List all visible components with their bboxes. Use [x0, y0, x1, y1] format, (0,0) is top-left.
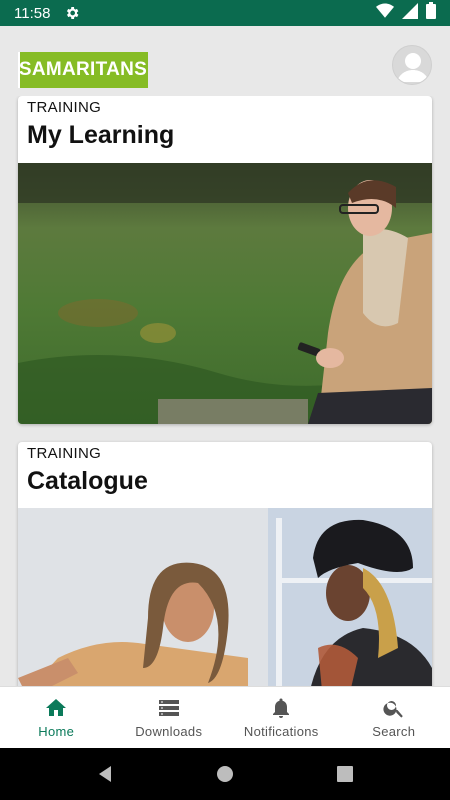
recents-icon[interactable]	[335, 764, 355, 784]
card-catalogue[interactable]: TRAINING Catalogue	[18, 442, 432, 686]
nav-label: Search	[372, 724, 416, 739]
man-with-scarf-using-phone-photo	[18, 163, 432, 424]
gear-icon	[64, 5, 80, 21]
card-title: My Learning	[27, 121, 175, 149]
card-list[interactable]: TRAINING My Learning TRAINING Catalogue	[0, 96, 450, 686]
downloads-icon	[158, 700, 179, 716]
card-overline: TRAINING	[27, 99, 102, 116]
app-header: SAMARITANS	[0, 26, 450, 96]
battery-icon	[426, 2, 436, 24]
two-women-talking-photo	[18, 508, 432, 686]
status-time: 11:58	[14, 4, 51, 22]
back-icon[interactable]	[95, 764, 115, 784]
home-icon	[46, 699, 67, 716]
nav-home[interactable]: Home	[0, 687, 113, 748]
status-bar: 11:58	[0, 0, 450, 26]
samaritans-logo[interactable]: SAMARITANS	[18, 52, 148, 88]
bottom-navigation: Home Downloads Notifications Search	[0, 686, 450, 748]
nav-search[interactable]: Search	[338, 687, 450, 748]
wifi-icon	[376, 3, 394, 24]
logo-text: SAMARITANS	[18, 59, 148, 80]
card-title: Catalogue	[27, 467, 148, 495]
card-my-learning[interactable]: TRAINING My Learning	[18, 96, 432, 424]
card-overline: TRAINING	[27, 445, 102, 462]
bell-icon	[273, 698, 290, 718]
nav-notifications[interactable]: Notifications	[225, 687, 338, 748]
search-icon	[383, 701, 403, 718]
nav-label: Home	[38, 724, 75, 739]
home-circle-icon[interactable]	[215, 764, 235, 784]
nav-label: Downloads	[135, 724, 203, 739]
system-navigation-bar	[0, 748, 450, 800]
nav-label: Notifications	[243, 724, 319, 739]
signal-icon	[402, 2, 418, 24]
nav-downloads[interactable]: Downloads	[113, 687, 226, 748]
user-avatar-icon[interactable]	[392, 45, 432, 85]
